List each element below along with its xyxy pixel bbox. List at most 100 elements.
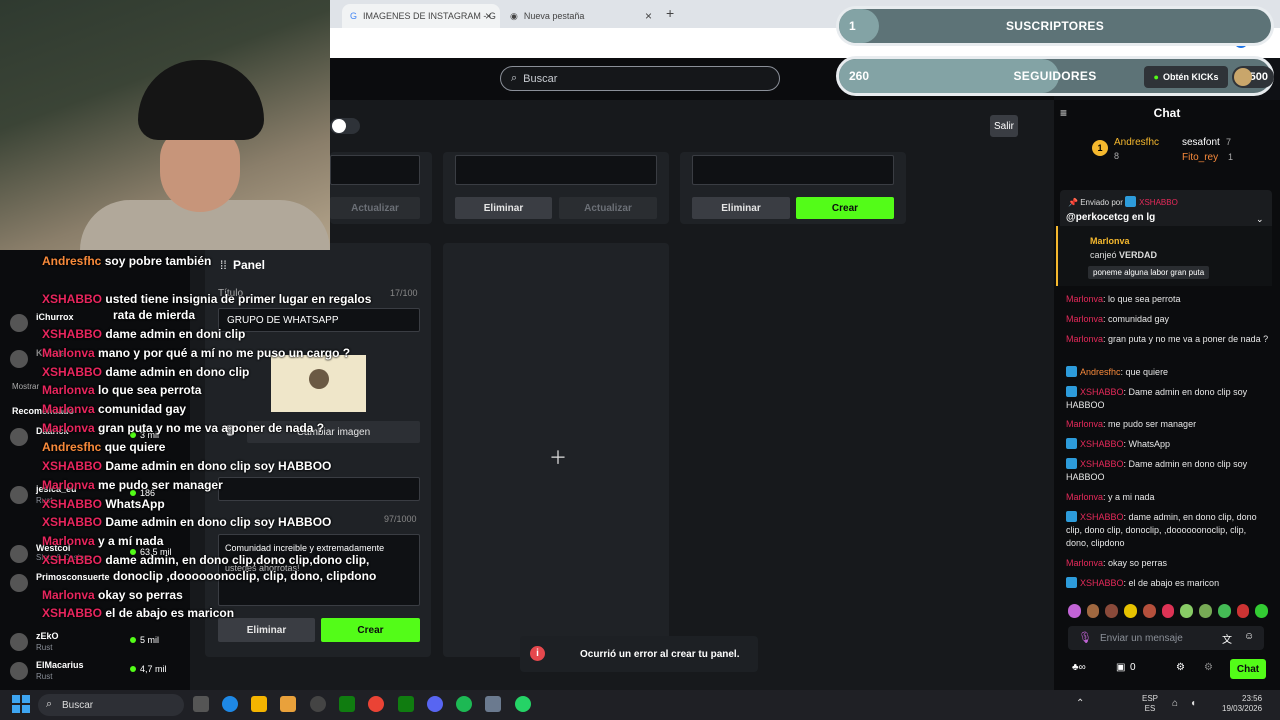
- rank-1-badge: 1: [1092, 140, 1108, 156]
- tab-instagram[interactable]: G IMAGENES DE INSTAGRAM - G ×: [342, 4, 500, 28]
- drag-handle-icon[interactable]: ⁞⁞: [220, 258, 227, 272]
- panel-image-slot: [455, 155, 657, 185]
- emote-icon: [1086, 604, 1100, 618]
- settings-icon[interactable]: [485, 696, 501, 712]
- emote-icon: [1142, 604, 1156, 618]
- bits-icon[interactable]: ♣∞: [1072, 662, 1086, 673]
- link-input[interactable]: [218, 477, 420, 501]
- delete-button[interactable]: Eliminar: [692, 197, 790, 219]
- chat-message: Marlonva: y a mi nada: [1066, 492, 1155, 502]
- chat-message: XSHABBO: Dame admin en dono clip soy HAB…: [1066, 386, 1248, 410]
- badge-icon: [1066, 458, 1077, 469]
- emote-icon: [1217, 604, 1231, 618]
- new-tab-button[interactable]: +: [666, 5, 674, 21]
- overlay-chat-line: XSHABBO Dame admin en dono clip soy HABB…: [42, 515, 332, 529]
- get-kicks-button[interactable]: ● Obtén KICKs: [1144, 66, 1228, 88]
- gifter-2-name[interactable]: sesafont: [1182, 137, 1220, 148]
- overlay-chat-line: XSHABBO dame admin, en dono clip,dono cl…: [42, 553, 370, 567]
- pin-icon: 📌: [1068, 198, 1081, 207]
- chat-message: XSHABBO: WhatsApp: [1066, 438, 1270, 451]
- error-toast: i Ocurrió un error al crear tu panel.: [520, 636, 758, 672]
- search-input[interactable]: ⌕ Buscar: [500, 66, 780, 91]
- pinned-message[interactable]: 📌 Enviado por XSHABBO @perkocetcg en lg …: [1060, 190, 1272, 230]
- webcam-face: [160, 128, 240, 212]
- windows-start-icon[interactable]: [12, 695, 30, 713]
- badge-icon: [1066, 386, 1077, 397]
- emote-bar[interactable]: [1068, 604, 1269, 620]
- overlay-chat-line: Andresfhc que quiere: [42, 440, 166, 454]
- kick-coin-icon: ●: [1153, 72, 1159, 82]
- gifter-3-name[interactable]: Fito_rey: [1182, 152, 1218, 163]
- overlay-chat-line: XSHABBO usted tiene insignia de primer l…: [42, 292, 372, 306]
- delete-button[interactable]: Eliminar: [218, 618, 315, 642]
- chat-message: XSHABBO: Dame admin en dono clip soy HAB…: [1066, 458, 1248, 482]
- overlay-chat-line: Marlonva okay so perras: [42, 588, 183, 602]
- tab-new[interactable]: ◉ Nueva pestaña ×: [502, 4, 660, 28]
- webcam-feed: [0, 0, 330, 250]
- panels-toolbar: [330, 100, 1034, 152]
- clock[interactable]: 23:56 19/03/2026: [1222, 694, 1262, 714]
- emote-icon: [1255, 604, 1269, 618]
- subscribers-overlay: 1 SUSCRIPTORES: [836, 6, 1274, 46]
- whatsapp-icon[interactable]: [515, 696, 531, 712]
- microphone-icon[interactable]: 🎙: [1078, 631, 1092, 644]
- panel-image-slot: [330, 155, 420, 185]
- edit-toggle[interactable]: [330, 118, 360, 134]
- close-tab-icon[interactable]: ×: [485, 9, 492, 23]
- close-tab-icon[interactable]: ×: [645, 9, 652, 23]
- task-view-icon[interactable]: [193, 696, 209, 712]
- update-button[interactable]: Actualizar: [330, 197, 420, 219]
- create-button[interactable]: Crear: [796, 197, 894, 219]
- sidebar-channel[interactable]: zEkO Rust 5 mil: [10, 631, 186, 657]
- show-more-link[interactable]: Mostrar: [12, 382, 39, 391]
- language-indicator[interactable]: ESP ES: [1142, 694, 1158, 714]
- overlay-chat-line: XSHABBO dame admin en dono clip: [42, 365, 250, 379]
- coin-icon: [1234, 68, 1252, 86]
- xbox-icon[interactable]: [339, 696, 355, 712]
- chrome-icon[interactable]: [368, 696, 384, 712]
- top-gifter-name[interactable]: Andresfhc: [1114, 137, 1159, 148]
- emoji-icon[interactable]: ☺: [1244, 631, 1254, 642]
- delete-button[interactable]: Eliminar: [455, 197, 552, 219]
- volume-icon[interactable]: ◖: [1190, 698, 1196, 709]
- emote-icon: [1105, 604, 1119, 618]
- badge-icon: [1066, 366, 1077, 377]
- translate-icon[interactable]: 文: [1222, 631, 1232, 646]
- plus-icon[interactable]: ＋: [549, 444, 567, 470]
- emote-icon: [1199, 604, 1212, 618]
- title-input[interactable]: GRUPO DE WHATSAPP: [218, 308, 420, 332]
- xbox-app-icon[interactable]: [398, 696, 414, 712]
- edge-icon[interactable]: [222, 696, 238, 712]
- overlay-chat-line: Marlonva y a mí nada: [42, 534, 164, 548]
- obs-icon[interactable]: [310, 696, 326, 712]
- webcam-beanie: [138, 60, 264, 140]
- exit-button[interactable]: Salir: [990, 115, 1018, 137]
- app-icon[interactable]: [280, 696, 296, 712]
- chat-header: Chat: [1153, 106, 1181, 120]
- panel-image-preview: [271, 355, 366, 412]
- network-icon[interactable]: ⌂: [1172, 698, 1178, 709]
- tray-chevron-icon[interactable]: ⌃: [1076, 698, 1084, 709]
- windows-taskbar: [0, 690, 1280, 720]
- discord-icon[interactable]: [427, 696, 443, 712]
- update-button[interactable]: Actualizar: [559, 197, 657, 219]
- chevron-down-icon[interactable]: ⌄: [1256, 214, 1264, 225]
- gift-count: 0: [1130, 662, 1136, 673]
- emote-icon: [1068, 604, 1081, 618]
- send-chat-button[interactable]: Chat: [1230, 659, 1266, 679]
- gift-icon[interactable]: ▣: [1116, 662, 1125, 673]
- spotify-icon[interactable]: [456, 696, 472, 712]
- file-explorer-icon[interactable]: [251, 696, 267, 712]
- chat-message: Marlonva: me pudo ser manager: [1066, 419, 1197, 429]
- chat-message: Andresfhc: que quiere: [1066, 366, 1270, 379]
- cog-icon[interactable]: ⚙: [1204, 662, 1213, 673]
- settings-icon[interactable]: ⚙: [1176, 662, 1185, 673]
- overlay-chat-line: Marlonva gran puta y no me va a poner de…: [42, 421, 325, 435]
- chat-input[interactable]: Enviar un mensaje: [1068, 626, 1264, 650]
- create-button[interactable]: Crear: [321, 618, 420, 642]
- chat-message: XSHABBO: el de abajo es maricon: [1066, 577, 1270, 590]
- overlay-chat-line: rata de mierda: [113, 308, 196, 322]
- coin-balance[interactable]: 500: [1232, 66, 1274, 88]
- sidebar-channel[interactable]: ElMacarius Rust 4,7 mil: [10, 660, 186, 686]
- taskbar-search[interactable]: ⌕ Buscar: [38, 694, 184, 716]
